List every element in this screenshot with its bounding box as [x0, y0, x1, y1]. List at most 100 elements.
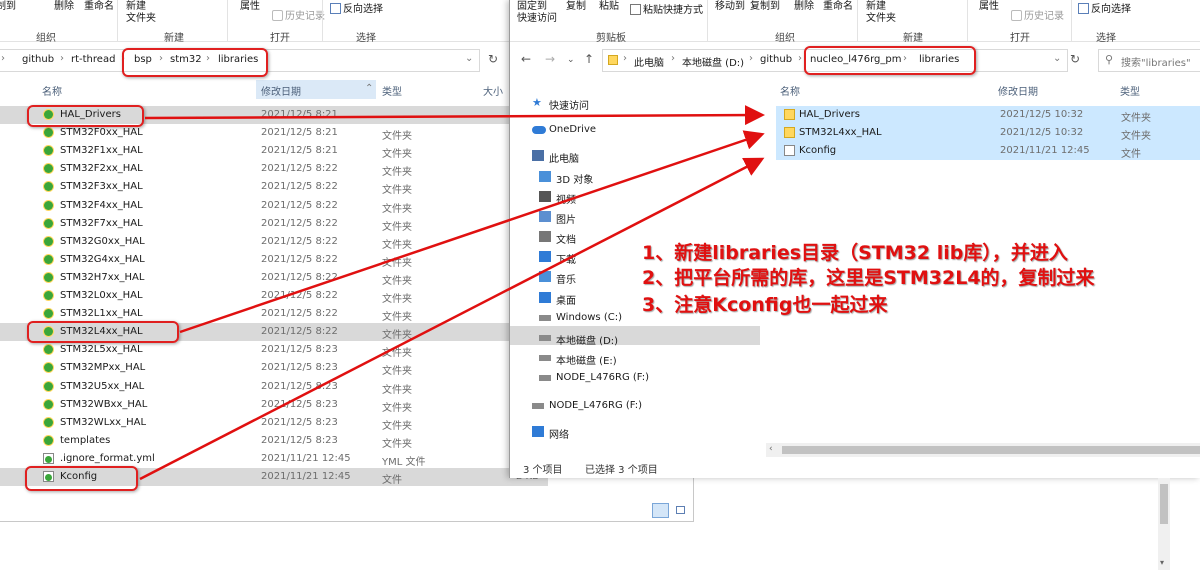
breadcrumb-github[interactable]: github [760, 54, 792, 65]
scroll-left-icon[interactable]: ‹ [769, 444, 773, 454]
table-row[interactable]: STM32L4xx_HAL 2021/12/5 10:32 文件夹 [776, 124, 1200, 142]
pc-icon [532, 150, 544, 161]
left-invert-selection-button[interactable]: 反向选择 [330, 0, 383, 15]
annotation-box-hal-drivers [27, 105, 144, 127]
history-icon [1011, 10, 1022, 21]
folder-green-check-icon [43, 163, 54, 175]
file-type: 文件夹 [382, 149, 412, 161]
nav-item-label: 本地磁盘 (D:) [556, 336, 619, 347]
file-type: 文件夹 [382, 239, 412, 251]
folder-icon [784, 109, 795, 120]
cloud-icon [532, 126, 546, 134]
right-properties-button[interactable]: 属性 [979, 0, 999, 12]
desktop-icon [539, 292, 551, 303]
folder-green-check-icon [43, 271, 54, 283]
column-date-header[interactable]: 修改日期 [261, 83, 301, 98]
nav-item-label: 3D 对象 [556, 175, 594, 186]
column-name-header[interactable]: 名称 [42, 83, 62, 98]
file-name: STM32F0xx_HAL [60, 127, 143, 139]
details-view-icon[interactable] [652, 503, 669, 518]
right-rename-button[interactable]: 重命名 [823, 0, 853, 12]
ribbon-divider [1071, 0, 1072, 42]
file-date: 2021/12/5 8:22 [261, 163, 338, 175]
file-name: STM32F2xx_HAL [60, 163, 143, 175]
nav-item-label: 视频 [556, 195, 576, 206]
right-delete-button[interactable]: 删除 [794, 0, 814, 12]
file-icon [784, 145, 795, 156]
file-type: 文件夹 [382, 366, 412, 378]
drive-icon [539, 335, 551, 341]
tiles-view-icon[interactable] [673, 503, 688, 518]
search-box[interactable]: ⚲ 搜索"libraries" [1098, 49, 1200, 72]
left-rename-button[interactable]: 重命名 [84, 0, 114, 12]
left-delete-button[interactable]: 删除 [54, 0, 74, 12]
folder-green-check-icon [43, 199, 54, 211]
file-name: STM32G0xx_HAL [60, 235, 145, 247]
annotation-text-3: 3、注意Kconfig也一起过来 [642, 294, 888, 316]
file-date: 2021/12/5 8:22 [261, 290, 338, 301]
right-new-folder-line2[interactable]: 文件夹 [866, 9, 896, 24]
horizontal-scrollbar[interactable]: ‹ [766, 443, 1200, 457]
folder-green-check-icon [43, 181, 54, 193]
column-date-header[interactable]: 修改日期 [998, 83, 1038, 98]
left-column-header: 名称 修改日期 ⌃ 类型 大小 [0, 80, 510, 99]
file-type: 文件夹 [382, 221, 412, 233]
table-row[interactable]: HAL_Drivers 2021/12/5 10:32 文件夹 [776, 106, 1200, 124]
file-date: 2021/12/5 8:22 [261, 308, 338, 320]
right-invert-selection-button[interactable]: 反向选择 [1078, 0, 1131, 15]
left-properties-button[interactable]: 属性 [240, 0, 260, 12]
annotation-box-kconfig [25, 466, 138, 491]
folder-green-check-icon [43, 380, 54, 392]
column-type-header[interactable]: 类型 [382, 83, 402, 98]
chevron-right-icon: › [60, 53, 64, 64]
column-size-header[interactable]: 大小 [483, 83, 503, 98]
file-type: 文件夹 [382, 257, 412, 269]
file-name: STM32F3xx_HAL [60, 181, 143, 193]
file-type: 文件夹 [1121, 113, 1151, 124]
file-date: 2021/12/5 8:22 [261, 326, 338, 338]
refresh-icon[interactable]: ↻ [488, 52, 498, 66]
column-type-header[interactable]: 类型 [1120, 83, 1140, 98]
nav-item-label: 音乐 [556, 275, 576, 286]
right-history-button[interactable]: 历史记录 [1011, 7, 1064, 22]
nav-item-label: 快速访问 [549, 101, 589, 112]
nav-item-label: 图片 [556, 215, 576, 226]
music-icon [539, 271, 551, 282]
annotation-box-left-path [122, 48, 268, 77]
file-name: templates [60, 434, 111, 446]
right-group-new: 新建 [903, 33, 923, 44]
breadcrumb-github[interactable]: github [22, 54, 54, 65]
file-name: STM32L0xx_HAL [60, 290, 143, 301]
drive-icon [539, 355, 551, 361]
file-type: YML 文件 [382, 456, 426, 468]
file-date: 2021/12/5 8:22 [261, 253, 338, 265]
chevron-down-icon[interactable]: ⌄ [1053, 53, 1061, 64]
history-icon [272, 10, 283, 21]
file-type: 文件夹 [382, 294, 412, 305]
ribbon-divider [322, 0, 323, 42]
vertical-scrollbar[interactable]: ▾ [1158, 478, 1170, 570]
file-date: 2021/12/5 8:23 [261, 362, 338, 374]
nav-item-label: 此电脑 [549, 154, 579, 165]
left-history-button[interactable]: 历史记录 [272, 7, 325, 22]
file-name: STM32WBxx_HAL [60, 398, 148, 410]
sort-chevron-icon: ⌃ [365, 83, 374, 94]
file-type: 文件夹 [1121, 131, 1151, 142]
table-row[interactable]: Kconfig 2021/11/21 12:45 文件 [776, 142, 1200, 160]
left-new-folder-line2[interactable]: 文件夹 [126, 9, 156, 24]
folder-green-check-icon [43, 145, 54, 157]
breadcrumb-rt-thread[interactable]: rt-thread [71, 54, 115, 65]
chevron-down-icon[interactable]: ⌄ [465, 53, 473, 64]
folder-green-check-icon [43, 235, 54, 247]
left-copy-to-button[interactable]: 复制到 [0, 0, 16, 12]
file-name: STM32L5xx_HAL [60, 344, 143, 356]
refresh-icon[interactable]: ↻ [1070, 52, 1080, 66]
file-date: 2021/12/5 8:22 [261, 235, 338, 247]
vertical-scrollbar-thumb[interactable] [1160, 484, 1168, 524]
star-icon: ★ [532, 96, 542, 109]
scroll-down-icon[interactable]: ▾ [1160, 558, 1164, 567]
column-name-header[interactable]: 名称 [780, 83, 800, 98]
scrollbar-thumb[interactable] [782, 446, 1200, 454]
right-group-open: 打开 [1010, 33, 1030, 44]
file-name: STM32U5xx_HAL [60, 380, 145, 392]
